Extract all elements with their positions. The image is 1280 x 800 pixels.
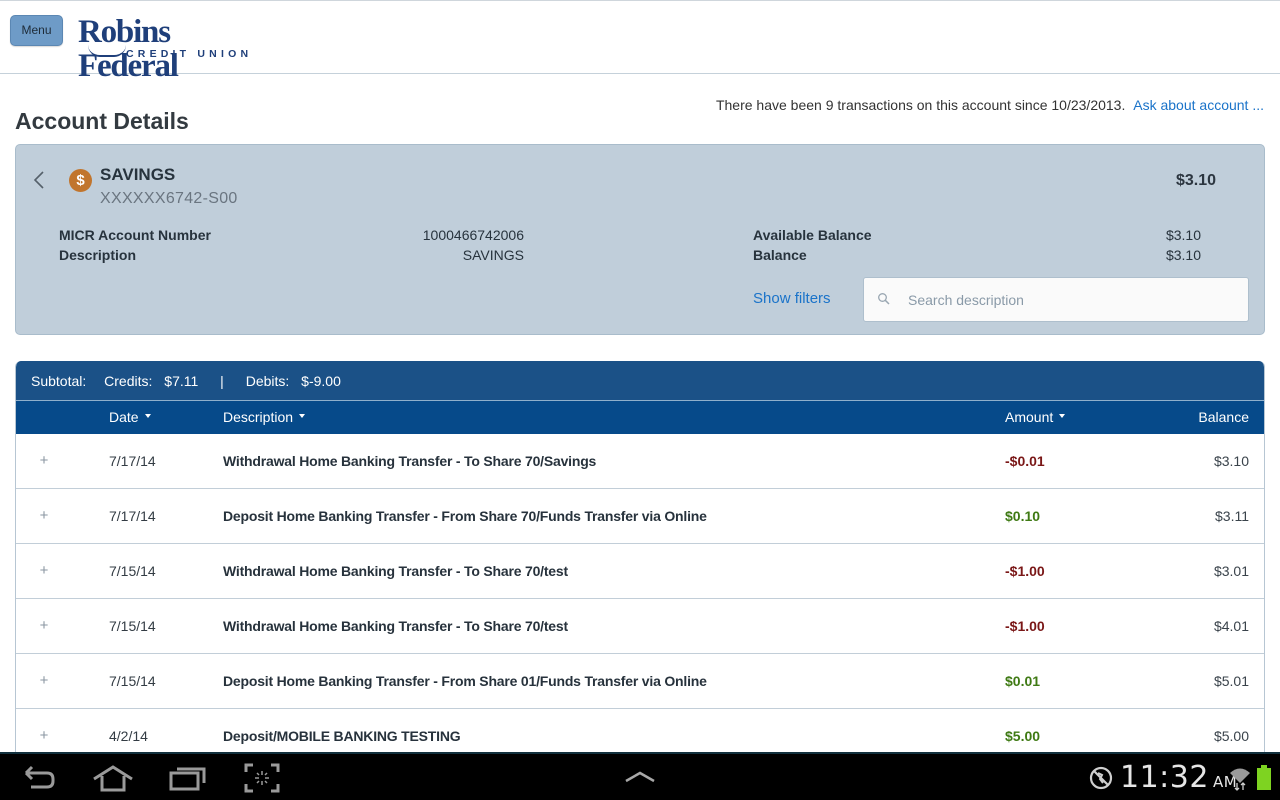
transaction-amount: -$1.00	[1005, 618, 1045, 634]
chevron-left-icon[interactable]	[31, 169, 47, 191]
transaction-balance: $5.01	[1213, 673, 1249, 689]
credits-value: $7.11	[164, 373, 199, 389]
show-filters-link[interactable]: Show filters	[753, 290, 831, 307]
transaction-row[interactable]: +7/15/14 Deposit Home Banking Transfer - …	[16, 654, 1264, 709]
recent-apps-icon[interactable]	[168, 762, 208, 794]
micr-value: 1000466742006	[422, 227, 524, 243]
transaction-amount: -$1.00	[1005, 563, 1045, 579]
transactions-table: Subtotal: Credits: $7.11 | Debits: $-9.0…	[15, 361, 1265, 761]
back-icon[interactable]	[20, 762, 58, 794]
transaction-amount: $0.01	[1005, 673, 1041, 689]
transaction-count-text: There have been 9 transactions on this a…	[715, 97, 1126, 113]
transaction-row[interactable]: +7/17/14 Withdrawal Home Banking Transfer…	[16, 434, 1264, 489]
subtotal-label: Subtotal:	[31, 373, 87, 389]
expand-plus-icon[interactable]: +	[37, 727, 51, 744]
transaction-description: Deposit Home Banking Transfer - From Sha…	[223, 508, 707, 524]
sort-caret-icon	[1059, 414, 1066, 419]
subtotal-bar: Subtotal: Credits: $7.11 | Debits: $-9.0…	[16, 361, 1264, 401]
page-title: Account Details	[15, 108, 189, 134]
search-box[interactable]	[863, 277, 1249, 322]
transaction-row[interactable]: +7/15/14 Withdrawal Home Banking Transfer…	[16, 544, 1264, 599]
transaction-description: Withdrawal Home Banking Transfer - To Sh…	[223, 453, 597, 469]
clock-time: 11:32	[1120, 760, 1209, 795]
transaction-date: 7/17/14	[109, 453, 156, 469]
transaction-date: 7/15/14	[109, 618, 156, 634]
transaction-date: 4/2/14	[109, 728, 148, 744]
transaction-amount: -$0.01	[1005, 453, 1045, 469]
balance-label: Balance	[753, 247, 807, 263]
description-header-label: Description	[223, 409, 294, 425]
transaction-amount: $5.00	[1005, 728, 1041, 744]
transaction-balance: $3.01	[1213, 563, 1249, 579]
account-name: SAVINGS	[100, 165, 176, 184]
account-number: XXXXXX6742-S00	[100, 190, 238, 207]
micr-label: MICR Account Number	[59, 227, 211, 243]
transaction-balance: $5.00	[1213, 728, 1249, 744]
transaction-description: Deposit Home Banking Transfer - From Sha…	[223, 673, 707, 689]
description-value: SAVINGS	[462, 247, 524, 263]
no-sync-icon	[1089, 766, 1113, 790]
amount-header-label: Amount	[1005, 409, 1054, 425]
column-header-description[interactable]: Description	[223, 401, 306, 434]
debits-label: Debits:	[245, 373, 290, 389]
transaction-rows: +7/17/14 Withdrawal Home Banking Transfer…	[16, 434, 1264, 761]
transaction-balance: $3.11	[1215, 508, 1249, 524]
status-clock: 11:32 AM	[1120, 760, 1237, 795]
transaction-info: There have been 9 transactions on this a…	[716, 97, 1264, 113]
account-summary-card: $ SAVINGS XXXXXX6742-S00 $3.10 MICR Acco…	[15, 144, 1265, 335]
sort-caret-icon	[144, 414, 151, 419]
search-description-input[interactable]	[908, 278, 1238, 321]
table-header: Date Description Amount Balance	[16, 401, 1264, 434]
app-header: Menu Robins Federal CREDIT UNION	[0, 0, 1280, 83]
balance-header-label: Balance	[1198, 409, 1249, 425]
expand-up-icon[interactable]	[622, 762, 658, 794]
column-header-date[interactable]: Date	[109, 401, 151, 434]
account-total-balance: $3.10	[1175, 172, 1216, 189]
transaction-date: 7/17/14	[109, 508, 156, 524]
available-balance-label: Available Balance	[753, 227, 872, 243]
expand-plus-icon[interactable]: +	[37, 672, 51, 689]
column-header-amount[interactable]: Amount	[1005, 401, 1066, 434]
logo-subtitle: CREDIT UNION	[126, 48, 253, 60]
transaction-balance: $4.01	[1213, 618, 1249, 634]
menu-button[interactable]: Menu	[10, 15, 63, 46]
transaction-row[interactable]: +7/15/14 Withdrawal Home Banking Transfer…	[16, 599, 1264, 654]
sort-caret-icon	[299, 414, 306, 419]
transaction-amount: $0.10	[1005, 508, 1041, 524]
system-navigation-bar: 11:32 AM	[0, 752, 1280, 800]
robins-federal-logo[interactable]: Robins Federal CREDIT UNION	[78, 15, 270, 83]
dollar-icon: $	[69, 169, 92, 192]
expand-plus-icon[interactable]: +	[37, 617, 51, 634]
transaction-row[interactable]: +7/17/14 Deposit Home Banking Transfer - …	[16, 489, 1264, 544]
available-balance-value: $3.10	[1165, 227, 1201, 243]
battery-icon	[1257, 765, 1271, 790]
transaction-description: Withdrawal Home Banking Transfer - To Sh…	[223, 563, 568, 579]
expand-plus-icon[interactable]: +	[37, 562, 51, 579]
transaction-balance: $3.10	[1213, 453, 1249, 469]
ask-about-account-link[interactable]: Ask about account ...	[1133, 97, 1264, 113]
column-header-balance[interactable]: Balance	[1198, 401, 1249, 434]
subtotal-separator: |	[220, 373, 224, 389]
description-label: Description	[59, 247, 137, 263]
logo-swoosh	[88, 45, 126, 57]
wifi-icon	[1230, 768, 1250, 791]
balance-value: $3.10	[1165, 247, 1201, 263]
search-icon	[878, 293, 890, 305]
transaction-date: 7/15/14	[109, 563, 156, 579]
expand-plus-icon[interactable]: +	[37, 507, 51, 524]
date-header-label: Date	[109, 409, 139, 425]
transaction-date: 7/15/14	[109, 673, 156, 689]
transaction-description: Withdrawal Home Banking Transfer - To Sh…	[223, 618, 568, 634]
transaction-description: Deposit/MOBILE BANKING TESTING	[223, 728, 461, 744]
credits-label: Credits:	[104, 373, 153, 389]
screenshot-icon[interactable]	[244, 762, 280, 794]
expand-plus-icon[interactable]: +	[37, 452, 51, 469]
debits-value: $-9.00	[301, 373, 341, 389]
home-icon[interactable]	[92, 762, 134, 794]
